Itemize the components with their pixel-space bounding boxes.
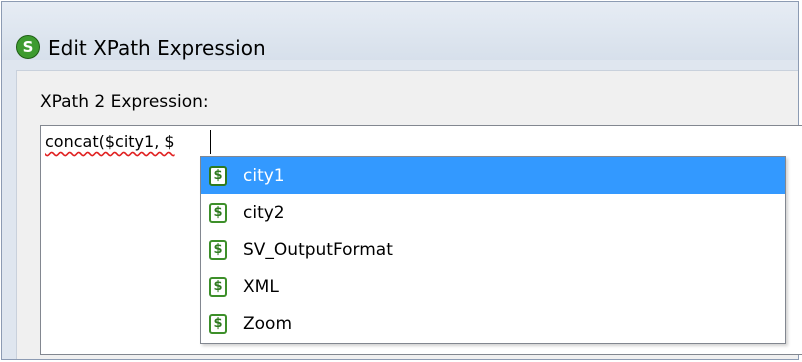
altova-logo-icon: S bbox=[16, 35, 40, 59]
autocomplete-popup: $ city1 $ city2 $ SV_OutputFormat $ XML … bbox=[200, 156, 786, 344]
autocomplete-item-label: city2 bbox=[243, 202, 285, 223]
text-caret bbox=[210, 130, 211, 154]
autocomplete-item-city1[interactable]: $ city1 bbox=[201, 157, 785, 194]
autocomplete-item-xml[interactable]: $ XML bbox=[201, 268, 785, 305]
dialog-title: Edit XPath Expression bbox=[48, 36, 266, 60]
autocomplete-item-label: Zoom bbox=[243, 313, 293, 334]
xpath-expression-label: XPath 2 Expression: bbox=[40, 92, 209, 112]
autocomplete-item-label: SV_OutputFormat bbox=[243, 239, 393, 260]
variable-icon: $ bbox=[209, 276, 227, 297]
variable-icon: $ bbox=[209, 239, 227, 260]
variable-icon: $ bbox=[209, 313, 227, 334]
autocomplete-item-zoom[interactable]: $ Zoom bbox=[201, 305, 785, 342]
autocomplete-item-city2[interactable]: $ city2 bbox=[201, 194, 785, 231]
autocomplete-item-sv-outputformat[interactable]: $ SV_OutputFormat bbox=[201, 231, 785, 268]
autocomplete-item-label: city1 bbox=[243, 165, 285, 186]
variable-icon: $ bbox=[209, 165, 227, 186]
expression-text: concat($city1, $ bbox=[45, 132, 175, 151]
title-bar[interactable]: S Edit XPath Expression bbox=[2, 2, 798, 60]
autocomplete-item-label: XML bbox=[243, 276, 279, 297]
variable-icon: $ bbox=[209, 202, 227, 223]
